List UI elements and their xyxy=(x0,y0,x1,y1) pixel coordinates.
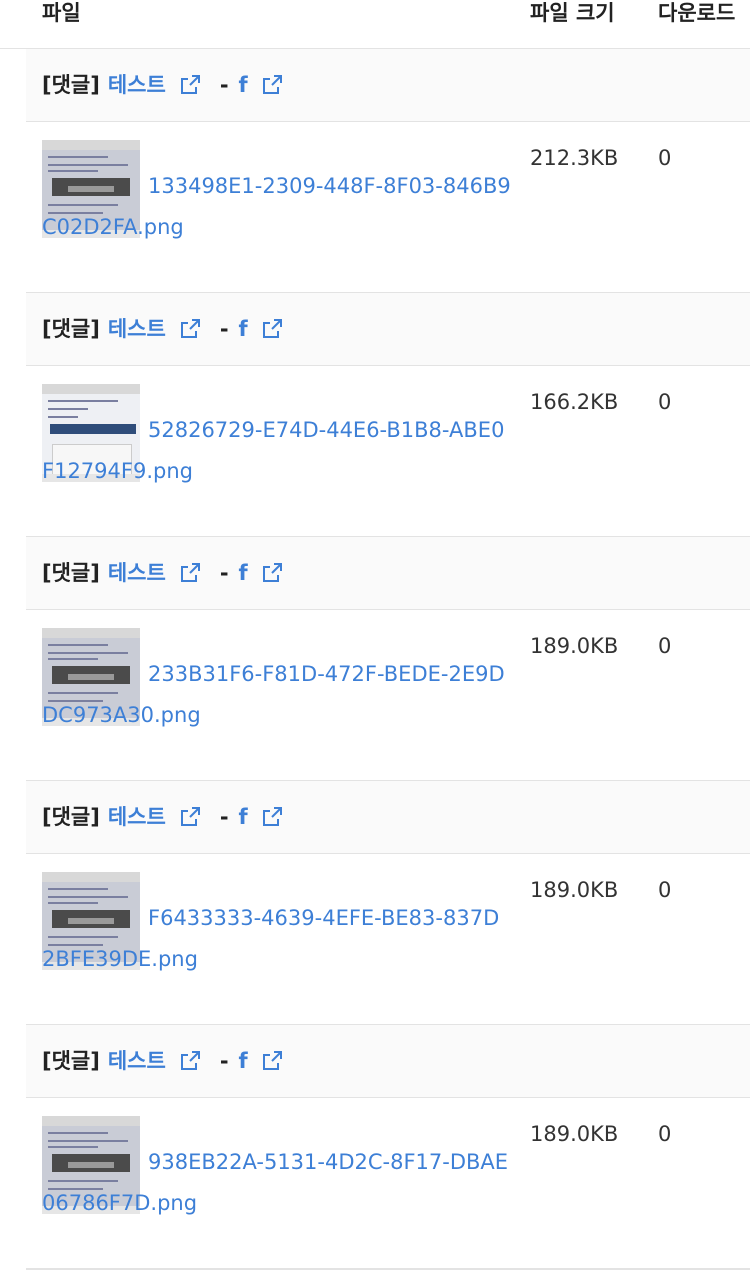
separator: - xyxy=(219,561,229,585)
attachment-group: [댓글] 테스트 - f 938EB22A-5131-4D2C-8F17-DBA… xyxy=(26,1025,750,1270)
file-name-link[interactable]: F6433333-4639-4EFE-BE83-837D2BFE39DE.png xyxy=(42,898,512,980)
download-count: 0 xyxy=(658,634,672,658)
comment-tag: [댓글] xyxy=(42,73,100,97)
attachment-group: [댓글] 테스트 - f F6433333-4639-4EFE-BE83-837… xyxy=(26,781,750,1026)
separator: - xyxy=(219,317,229,341)
attachment-group: [댓글] 테스트 - f 52826729-E74D-44E6-B1B8-ABE… xyxy=(26,293,750,538)
file-name-link[interactable]: 938EB22A-5131-4D2C-8F17-DBAE06786F7D.png xyxy=(42,1142,512,1224)
comment-source-row: [댓글] 테스트 - f xyxy=(26,293,750,366)
external-link-icon[interactable] xyxy=(260,1049,284,1073)
external-link-icon[interactable] xyxy=(178,317,202,341)
post-link[interactable]: 테스트 xyxy=(108,315,166,343)
comment-tag: [댓글] xyxy=(42,561,100,585)
download-count: 0 xyxy=(658,878,672,902)
comment-source-row: [댓글] 테스트 - f xyxy=(26,781,750,854)
comment-tag: [댓글] xyxy=(42,317,100,341)
file-row: 133498E1-2309-448F-8F03-846B9C02D2FA.png… xyxy=(26,122,750,294)
external-link-icon[interactable] xyxy=(178,73,202,97)
header-file: 파일 xyxy=(42,1,81,25)
file-row: 938EB22A-5131-4D2C-8F17-DBAE06786F7D.png… xyxy=(26,1098,750,1270)
comment-source-row: [댓글] 테스트 - f xyxy=(26,537,750,610)
separator: - xyxy=(219,73,229,97)
file-name-link[interactable]: 133498E1-2309-448F-8F03-846B9C02D2FA.png xyxy=(42,166,512,248)
file-size: 212.3KB xyxy=(530,146,619,170)
attachment-group: [댓글] 테스트 - f 233B31F6-F81D-472F-BEDE-2E9… xyxy=(26,537,750,782)
file-name-link[interactable]: 52826729-E74D-44E6-B1B8-ABE0F12794F9.png xyxy=(42,410,512,492)
file-size: 189.0KB xyxy=(530,878,619,902)
file-name-link[interactable]: 233B31F6-F81D-472F-BEDE-2E9DDC973A30.png xyxy=(42,654,512,736)
external-link-icon[interactable] xyxy=(178,561,202,585)
separator: - xyxy=(219,1049,229,1073)
separator: - xyxy=(219,805,229,829)
external-link-icon[interactable] xyxy=(260,805,284,829)
header-file-size: 파일 크기 xyxy=(530,1,615,25)
post-link[interactable]: 테스트 xyxy=(108,1047,166,1075)
attachment-group: [댓글] 테스트 - f 133498E1-2309-448F-8F03-846… xyxy=(26,49,750,294)
author-link[interactable]: f xyxy=(239,1047,248,1075)
file-row: 52826729-E74D-44E6-B1B8-ABE0F12794F9.png… xyxy=(26,366,750,538)
download-count: 0 xyxy=(658,1122,672,1146)
download-count: 0 xyxy=(658,390,672,414)
file-size: 189.0KB xyxy=(530,634,619,658)
download-count: 0 xyxy=(658,146,672,170)
comment-tag: [댓글] xyxy=(42,1049,100,1073)
author-link[interactable]: f xyxy=(239,71,248,99)
post-link[interactable]: 테스트 xyxy=(108,803,166,831)
author-link[interactable]: f xyxy=(239,559,248,587)
external-link-icon[interactable] xyxy=(260,73,284,97)
author-link[interactable]: f xyxy=(239,315,248,343)
comment-source-row: [댓글] 테스트 - f xyxy=(26,49,750,122)
table-header: 파일 파일 크기 다운로드 xyxy=(0,0,750,49)
attachment-list: [댓글] 테스트 - f 133498E1-2309-448F-8F03-846… xyxy=(26,49,750,1270)
file-row: 233B31F6-F81D-472F-BEDE-2E9DDC973A30.png… xyxy=(26,610,750,782)
post-link[interactable]: 테스트 xyxy=(108,71,166,99)
comment-source-row: [댓글] 테스트 - f xyxy=(26,1025,750,1098)
post-link[interactable]: 테스트 xyxy=(108,559,166,587)
header-downloads: 다운로드 xyxy=(658,1,736,25)
file-size: 166.2KB xyxy=(530,390,619,414)
comment-tag: [댓글] xyxy=(42,805,100,829)
external-link-icon[interactable] xyxy=(260,317,284,341)
external-link-icon[interactable] xyxy=(178,805,202,829)
author-link[interactable]: f xyxy=(239,803,248,831)
external-link-icon[interactable] xyxy=(260,561,284,585)
file-size: 189.0KB xyxy=(530,1122,619,1146)
external-link-icon[interactable] xyxy=(178,1049,202,1073)
file-row: F6433333-4639-4EFE-BE83-837D2BFE39DE.png… xyxy=(26,854,750,1026)
